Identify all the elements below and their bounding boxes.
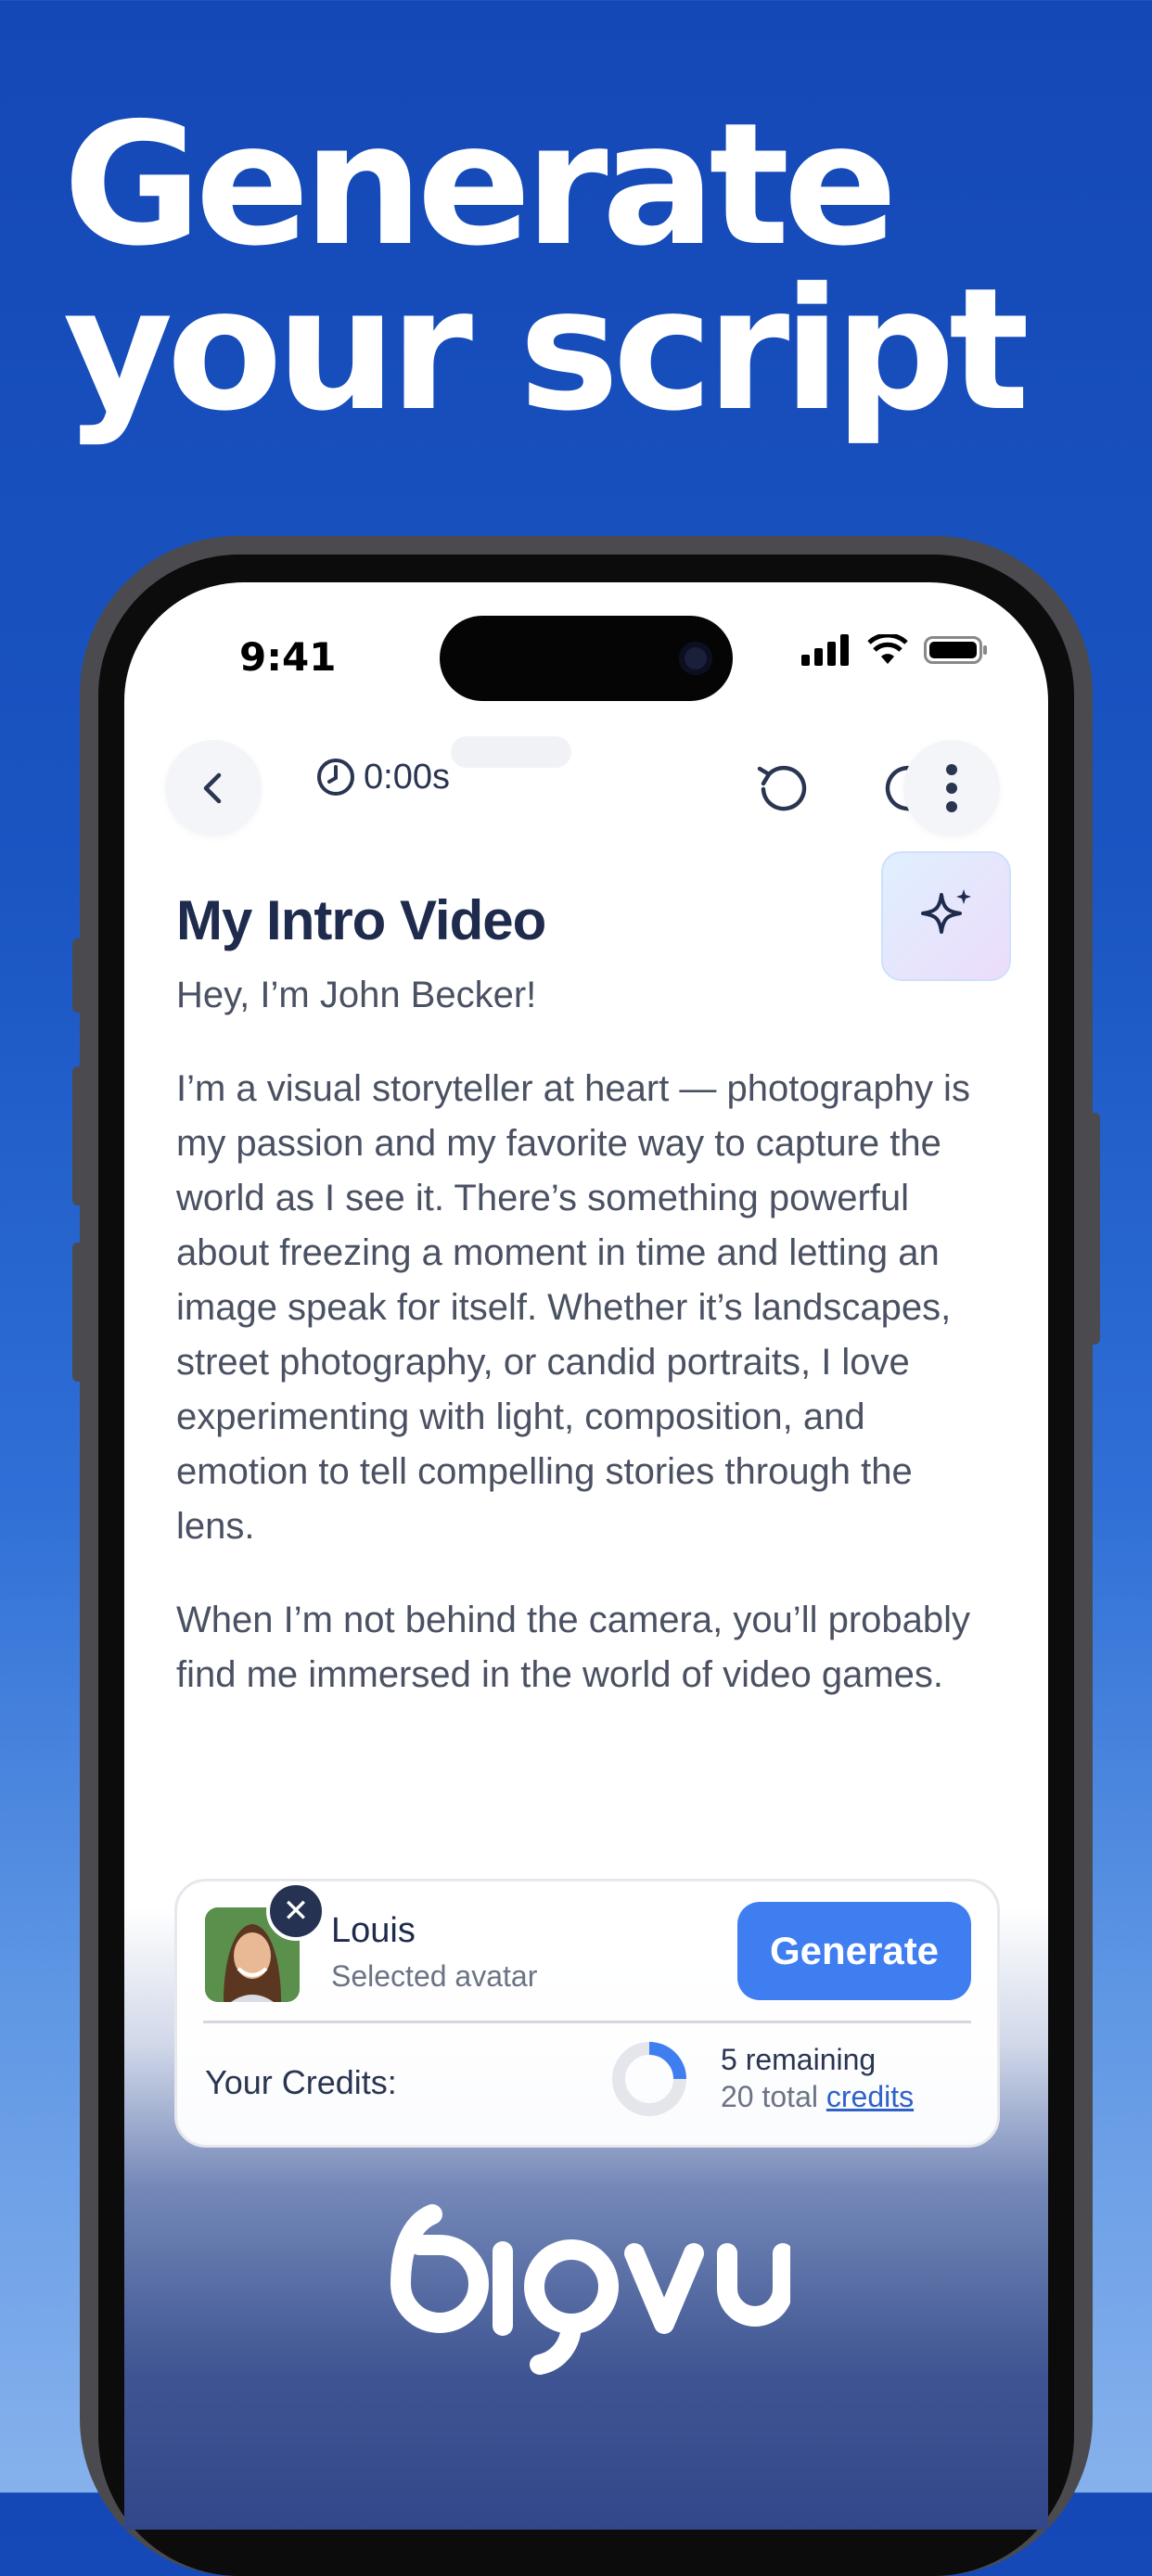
ai-assist-button[interactable] (881, 851, 1011, 981)
phone-side-button (72, 1066, 85, 1205)
credits-progress-ring (612, 2042, 686, 2116)
status-icons (801, 634, 989, 666)
phone-side-button (1087, 1113, 1100, 1345)
credits-link[interactable]: credits (826, 2080, 914, 2113)
credits-label: Your Credits: (205, 2063, 397, 2101)
script-body[interactable]: Hey, I’m John Becker! I’m a visual story… (176, 968, 983, 1741)
undo-button[interactable] (749, 753, 814, 818)
script-title[interactable]: My Intro Video (176, 888, 546, 952)
script-paragraph: I’m a visual storyteller at heart — phot… (176, 1068, 970, 1547)
headline-line-1: Generate (63, 86, 898, 283)
remove-avatar-button[interactable]: ✕ (266, 1881, 326, 1941)
headline-line-2: your script (63, 251, 1030, 448)
close-icon: ✕ (282, 1894, 310, 1929)
clock-icon (317, 759, 354, 796)
avatar-subtitle: Selected avatar (331, 1959, 538, 1993)
credits-total: 20 total credits (721, 2080, 914, 2114)
marketing-headline: Generate your script (63, 86, 1030, 448)
phone-screen: 9:41 0:00s My Intro Video Hey, I’m John … (124, 582, 1048, 2530)
more-vertical-icon (946, 764, 957, 812)
battery-icon (924, 636, 987, 664)
avatar-credits-card: ✕ Louis Selected avatar Generate Your Cr… (174, 1879, 1000, 2148)
phone-side-button (72, 1243, 85, 1382)
script-paragraph: Hey, I’m John Becker! (176, 975, 537, 1015)
status-time: 9:41 (239, 634, 337, 680)
dynamic-island (440, 616, 733, 701)
phone-side-button (72, 938, 85, 1013)
credits-total-count: 20 total (721, 2080, 818, 2113)
credits-remaining: 5 remaining (721, 2043, 877, 2076)
signal-icon (801, 634, 849, 666)
script-paragraph: When I’m not behind the camera, you’ll p… (176, 1600, 971, 1695)
bigvu-logo (124, 2196, 1048, 2381)
camera-icon (679, 642, 712, 675)
back-button[interactable] (165, 740, 262, 836)
generate-button[interactable]: Generate (737, 1902, 971, 2000)
card-divider (203, 2021, 971, 2023)
undo-icon (757, 765, 807, 811)
sparkle-icon (921, 889, 971, 934)
wifi-icon (867, 634, 908, 664)
timer-value: 0:00s (364, 757, 450, 797)
brand-logo (390, 2204, 790, 2375)
avatar-name: Louis (331, 1911, 416, 1950)
more-options-button[interactable] (903, 740, 1000, 836)
back-chevron-icon (203, 772, 222, 804)
duration-timer: 0:00s (315, 757, 450, 797)
